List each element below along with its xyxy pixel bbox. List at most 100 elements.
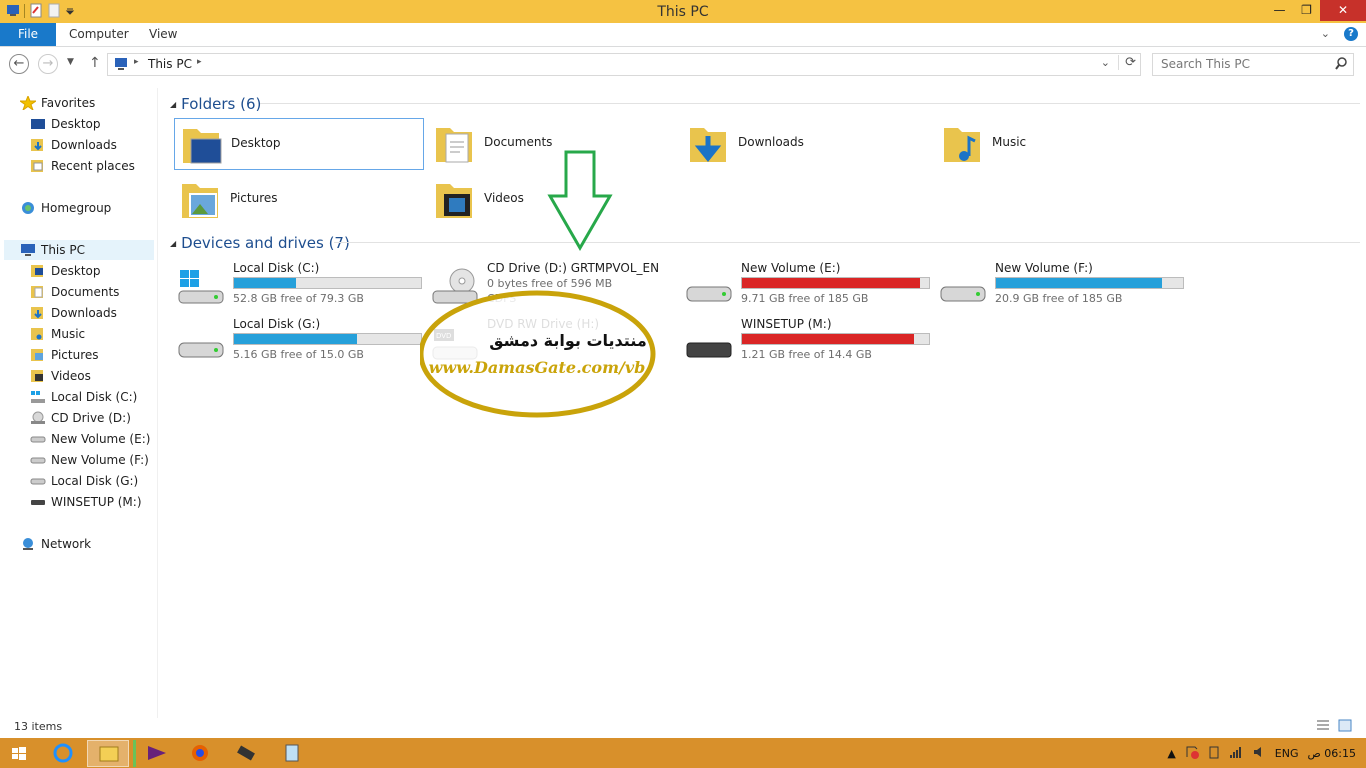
drive-tile-m[interactable]: WINSETUP (M:) 1.21 GB free of 14.4 GB bbox=[686, 317, 936, 365]
sidebar-item-network[interactable]: Network bbox=[20, 534, 91, 554]
hard-drive-icon bbox=[30, 474, 46, 488]
sidebar-item-label: New Volume (F:) bbox=[51, 453, 149, 467]
action-center-icon[interactable] bbox=[1185, 745, 1199, 762]
downloads-folder-icon bbox=[686, 122, 730, 166]
search-input[interactable]: Search This PC bbox=[1161, 57, 1250, 71]
sidebar-item-desktop[interactable]: Desktop bbox=[30, 114, 101, 134]
minimize-button[interactable]: — bbox=[1266, 0, 1293, 21]
folders-group-header[interactable]: ◢ Folders (6) bbox=[170, 95, 261, 113]
internet-explorer-icon[interactable] bbox=[42, 740, 84, 767]
address-bar[interactable]: ▸ This PC ▸ ⌄ ⟳ bbox=[107, 53, 1141, 76]
sidebar-item-label: CD Drive (D:) bbox=[51, 411, 131, 425]
chevron-right-icon[interactable]: ▸ bbox=[134, 57, 139, 67]
signal-icon[interactable] bbox=[1229, 745, 1243, 762]
search-icon[interactable] bbox=[1335, 57, 1347, 73]
capacity-bar bbox=[233, 333, 422, 345]
recent-places-icon bbox=[30, 159, 46, 173]
sidebar-item-label: Local Disk (C:) bbox=[51, 390, 138, 404]
clock[interactable]: 06:15 ص bbox=[1308, 747, 1357, 760]
sidebar-item-label: Videos bbox=[51, 369, 91, 383]
close-button[interactable]: ✕ bbox=[1320, 0, 1366, 21]
sidebar-item-downloads[interactable]: Downloads bbox=[30, 135, 117, 155]
folder-name: Videos bbox=[484, 191, 524, 205]
sidebar-item-this-pc[interactable]: This PC bbox=[4, 240, 154, 260]
sidebar-item-cd-drive-d[interactable]: CD Drive (D:) bbox=[30, 408, 131, 428]
sidebar-item-favorites[interactable]: Favorites bbox=[18, 93, 96, 113]
restore-button[interactable]: ❐ bbox=[1293, 0, 1320, 21]
collapse-icon[interactable]: ◢ bbox=[170, 100, 176, 109]
navigation-pane: Favorites Desktop Downloads Recent place… bbox=[0, 88, 158, 718]
file-explorer-icon[interactable] bbox=[87, 740, 129, 767]
sidebar-item-desktop[interactable]: Desktop bbox=[30, 261, 101, 281]
sidebar-item-homegroup[interactable]: Homegroup bbox=[20, 198, 111, 218]
drive-tile-g[interactable]: Local Disk (G:) 5.16 GB free of 15.0 GB bbox=[178, 317, 428, 365]
drive-name: New Volume (F:) bbox=[995, 261, 1093, 275]
notepad-icon[interactable] bbox=[271, 740, 313, 767]
up-button[interactable]: ↑ bbox=[89, 55, 101, 71]
tab-file[interactable]: File bbox=[0, 23, 56, 46]
sidebar-item-documents[interactable]: Documents bbox=[30, 282, 119, 302]
start-button[interactable] bbox=[4, 740, 34, 767]
drive-free-space: 20.9 GB free of 185 GB bbox=[995, 292, 1123, 305]
sidebar-item-label: Desktop bbox=[51, 117, 101, 131]
expand-ribbon-icon[interactable]: ⌄ bbox=[1321, 27, 1330, 41]
sidebar-item-winsetup-m[interactable]: WINSETUP (M:) bbox=[30, 492, 142, 512]
capacity-bar-fill bbox=[742, 278, 920, 288]
sidebar-item-pictures[interactable]: Pictures bbox=[30, 345, 99, 365]
downloads-folder-icon bbox=[30, 138, 46, 152]
details-view-icon[interactable] bbox=[1316, 719, 1330, 732]
power-icon[interactable] bbox=[1208, 745, 1220, 762]
drive-tile-h[interactable]: DVD DVD RW Drive (H:) bbox=[432, 317, 682, 365]
sidebar-item-local-disk-g[interactable]: Local Disk (G:) bbox=[30, 471, 138, 491]
visual-studio-icon[interactable] bbox=[133, 740, 175, 767]
large-icons-view-icon[interactable] bbox=[1338, 719, 1352, 732]
volume-icon[interactable] bbox=[1252, 745, 1266, 762]
refresh-icon[interactable]: ⟳ bbox=[1118, 55, 1136, 70]
sidebar-item-local-disk-c[interactable]: Local Disk (C:) bbox=[30, 387, 137, 407]
group-divider bbox=[260, 103, 1360, 104]
collapse-icon[interactable]: ◢ bbox=[170, 239, 176, 248]
folder-tile-desktop[interactable]: Desktop bbox=[174, 118, 424, 170]
hard-drive-icon bbox=[30, 453, 46, 467]
usb-tool-icon[interactable] bbox=[225, 740, 267, 767]
firefox-icon[interactable] bbox=[179, 740, 221, 767]
system-drive-icon bbox=[178, 267, 226, 307]
folder-tile-documents[interactable]: Documents bbox=[428, 118, 678, 170]
sidebar-item-label: Documents bbox=[51, 285, 120, 299]
folder-tile-music[interactable]: Music bbox=[936, 118, 1186, 170]
drive-tile-f[interactable]: New Volume (F:) 20.9 GB free of 185 GB bbox=[940, 261, 1190, 309]
sidebar-item-new-volume-e[interactable]: New Volume (E:) bbox=[30, 429, 150, 449]
drive-name: CD Drive (D:) GRTMPVOL_EN bbox=[487, 261, 660, 275]
show-hidden-icons-icon[interactable]: ▲ bbox=[1167, 747, 1175, 760]
folder-tile-downloads[interactable]: Downloads bbox=[682, 118, 932, 170]
sidebar-item-label: Network bbox=[41, 537, 92, 551]
capacity-bar-fill bbox=[234, 278, 296, 288]
sidebar-item-music[interactable]: Music bbox=[30, 324, 85, 344]
sidebar-item-recent-places[interactable]: Recent places bbox=[30, 156, 135, 176]
tab-view[interactable]: View bbox=[149, 23, 177, 46]
back-button[interactable]: ← bbox=[9, 54, 29, 74]
folder-tile-videos[interactable]: Videos bbox=[428, 174, 678, 226]
folder-name: Downloads bbox=[738, 135, 804, 149]
sidebar-item-videos[interactable]: Videos bbox=[30, 366, 91, 386]
sidebar-item-label: New Volume (E:) bbox=[51, 432, 151, 446]
drive-tile-e[interactable]: New Volume (E:) 9.71 GB free of 185 GB bbox=[686, 261, 936, 309]
chevron-down-icon[interactable]: ⌄ bbox=[1101, 56, 1110, 69]
language-indicator[interactable]: ENG bbox=[1275, 747, 1299, 760]
drive-tile-c[interactable]: Local Disk (C:) 52.8 GB free of 79.3 GB bbox=[178, 261, 428, 309]
drive-free-space: 1.21 GB free of 14.4 GB bbox=[741, 348, 872, 361]
chevron-right-icon[interactable]: ▸ bbox=[197, 57, 202, 67]
recent-locations-icon[interactable]: ▼ bbox=[67, 57, 74, 67]
breadcrumb[interactable]: This PC bbox=[148, 57, 192, 71]
forward-button[interactable]: → bbox=[38, 54, 58, 74]
drive-tile-d[interactable]: CD Drive (D:) GRTMPVOL_EN 0 bytes free of… bbox=[432, 261, 682, 309]
tab-computer[interactable]: Computer bbox=[69, 23, 129, 46]
sidebar-item-new-volume-f[interactable]: New Volume (F:) bbox=[30, 450, 149, 470]
folder-tile-pictures[interactable]: Pictures bbox=[174, 174, 424, 226]
sidebar-item-label: Favorites bbox=[41, 96, 96, 110]
drives-group-header[interactable]: ◢ Devices and drives (7) bbox=[170, 234, 350, 252]
search-box[interactable]: Search This PC bbox=[1152, 53, 1354, 76]
help-icon[interactable]: ? bbox=[1344, 27, 1358, 41]
sidebar-item-downloads[interactable]: Downloads bbox=[30, 303, 117, 323]
sidebar-item-label: Pictures bbox=[51, 348, 99, 362]
